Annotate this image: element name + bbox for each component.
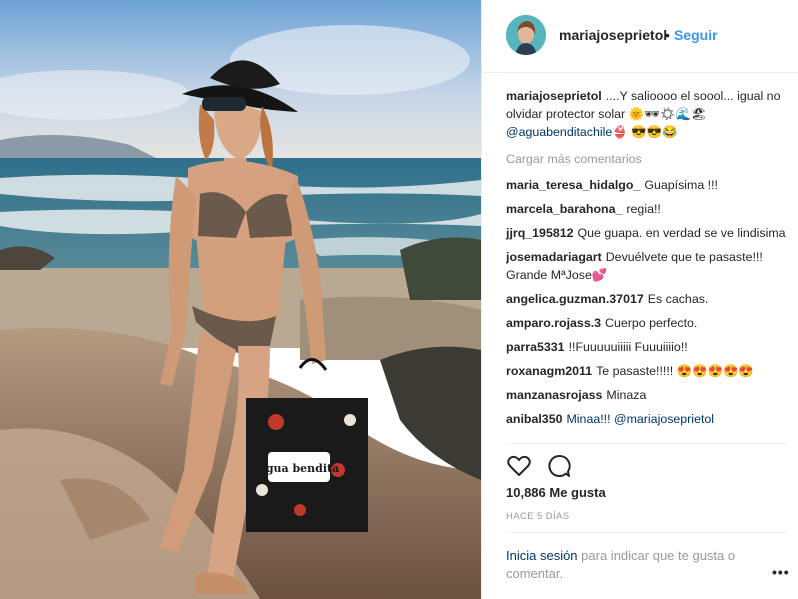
comments-list[interactable]: mariajoseprietol ....Y salioooo el soool.… bbox=[506, 87, 788, 442]
comment-username[interactable]: manzanasrojass bbox=[506, 388, 602, 402]
comment-username[interactable]: amparo.rojass.3 bbox=[506, 316, 601, 330]
post-sidebar: mariajoseprietol • Seguir mariajosepriet… bbox=[481, 0, 798, 599]
comment-icon-glyph bbox=[548, 455, 571, 477]
avatar-image bbox=[506, 15, 546, 55]
beach-photo-illustration: agua bendita bbox=[0, 0, 481, 599]
comment-item: manzanasrojass Minaza bbox=[506, 386, 788, 404]
caption-username[interactable]: mariajoseprietol bbox=[506, 89, 602, 103]
comment-item: parra5331 !!Fuuuuuiiiii Fuuuiiiio!! bbox=[506, 338, 788, 356]
load-more-comments[interactable]: Cargar más comentarios bbox=[506, 150, 788, 168]
comment-username[interactable]: josemadariagart bbox=[506, 250, 602, 264]
comment-item: anibal350 Minaa!!! @mariajoseprietol bbox=[506, 410, 788, 428]
caption-mention[interactable]: @aguabenditachile bbox=[506, 125, 612, 139]
follow-button[interactable]: Seguir bbox=[674, 27, 718, 43]
comment-item: angelica.guzman.37017 Es cachas. bbox=[506, 290, 788, 308]
comment-item: amparo.rojass.3 Cuerpo perfecto. bbox=[506, 314, 788, 332]
divider bbox=[506, 532, 788, 533]
comment-text: !!Fuuuuuiiiii Fuuuiiiio!! bbox=[568, 340, 688, 354]
post-header: mariajoseprietol • Seguir bbox=[482, 0, 798, 73]
comment-username[interactable]: angelica.guzman.37017 bbox=[506, 292, 644, 306]
comment-item: maria_teresa_hidalgo_ Guapísima !!! bbox=[506, 176, 788, 194]
comment-text: Cuerpo perfecto. bbox=[605, 316, 698, 330]
comment-username[interactable]: anibal350 bbox=[506, 412, 562, 426]
header-username[interactable]: mariajoseprietol bbox=[559, 27, 667, 43]
instagram-post-view: agua bendita mariajoseprietol • Seguir m… bbox=[0, 0, 798, 599]
login-prompt: Inicia sesión para indicar que te gusta … bbox=[506, 547, 776, 583]
comment-username[interactable]: parra5331 bbox=[506, 340, 565, 354]
heart-icon[interactable] bbox=[506, 453, 532, 479]
comment-username[interactable]: jjrq_195812 bbox=[506, 226, 574, 240]
comment-item: jjrq_195812 Que guapa. en verdad se ve li… bbox=[506, 224, 788, 242]
comment-text: Minaza bbox=[606, 388, 647, 402]
comment-text: Te pasaste!!!!! 😍😍😍😍😍 bbox=[596, 364, 754, 378]
divider bbox=[506, 443, 788, 444]
login-link[interactable]: Inicia sesión bbox=[506, 548, 578, 563]
comment-username[interactable]: roxanagm2011 bbox=[506, 364, 592, 378]
header-separator: • bbox=[665, 27, 670, 43]
comment-text: Minaa!!! @mariajoseprietol bbox=[566, 412, 715, 426]
heart-icon-glyph bbox=[507, 455, 531, 476]
comment-item: marcela_barahona_ regia!! bbox=[506, 200, 788, 218]
post-caption: mariajoseprietol ....Y salioooo el soool.… bbox=[506, 87, 788, 141]
post-photo[interactable]: agua bendita bbox=[0, 0, 481, 599]
more-options-icon[interactable]: ••• bbox=[772, 564, 790, 580]
comment-item: roxanagm2011 Te pasaste!!!!! 😍😍😍😍😍 bbox=[506, 362, 788, 380]
comment-icon[interactable] bbox=[546, 453, 572, 479]
comment-text: Es cachas. bbox=[647, 292, 709, 306]
comment-text: regia!! bbox=[626, 202, 661, 216]
caption-emojis: 👙 😎😎😂 bbox=[612, 125, 678, 139]
comment-text: Guapísima !!! bbox=[644, 178, 718, 192]
comment-username[interactable]: marcela_barahona_ bbox=[506, 202, 622, 216]
comment-item: josemadariagart Devuélvete que te pasaste… bbox=[506, 248, 788, 284]
likes-count[interactable]: 10,886 Me gusta bbox=[506, 485, 606, 500]
avatar[interactable] bbox=[506, 15, 546, 55]
post-timestamp[interactable]: HACE 5 DÍAS bbox=[506, 511, 570, 522]
comment-text: Que guapa. en verdad se ve lindisima bbox=[577, 226, 786, 240]
comment-username[interactable]: maria_teresa_hidalgo_ bbox=[506, 178, 640, 192]
bag-print-text: agua bendita bbox=[259, 462, 340, 475]
